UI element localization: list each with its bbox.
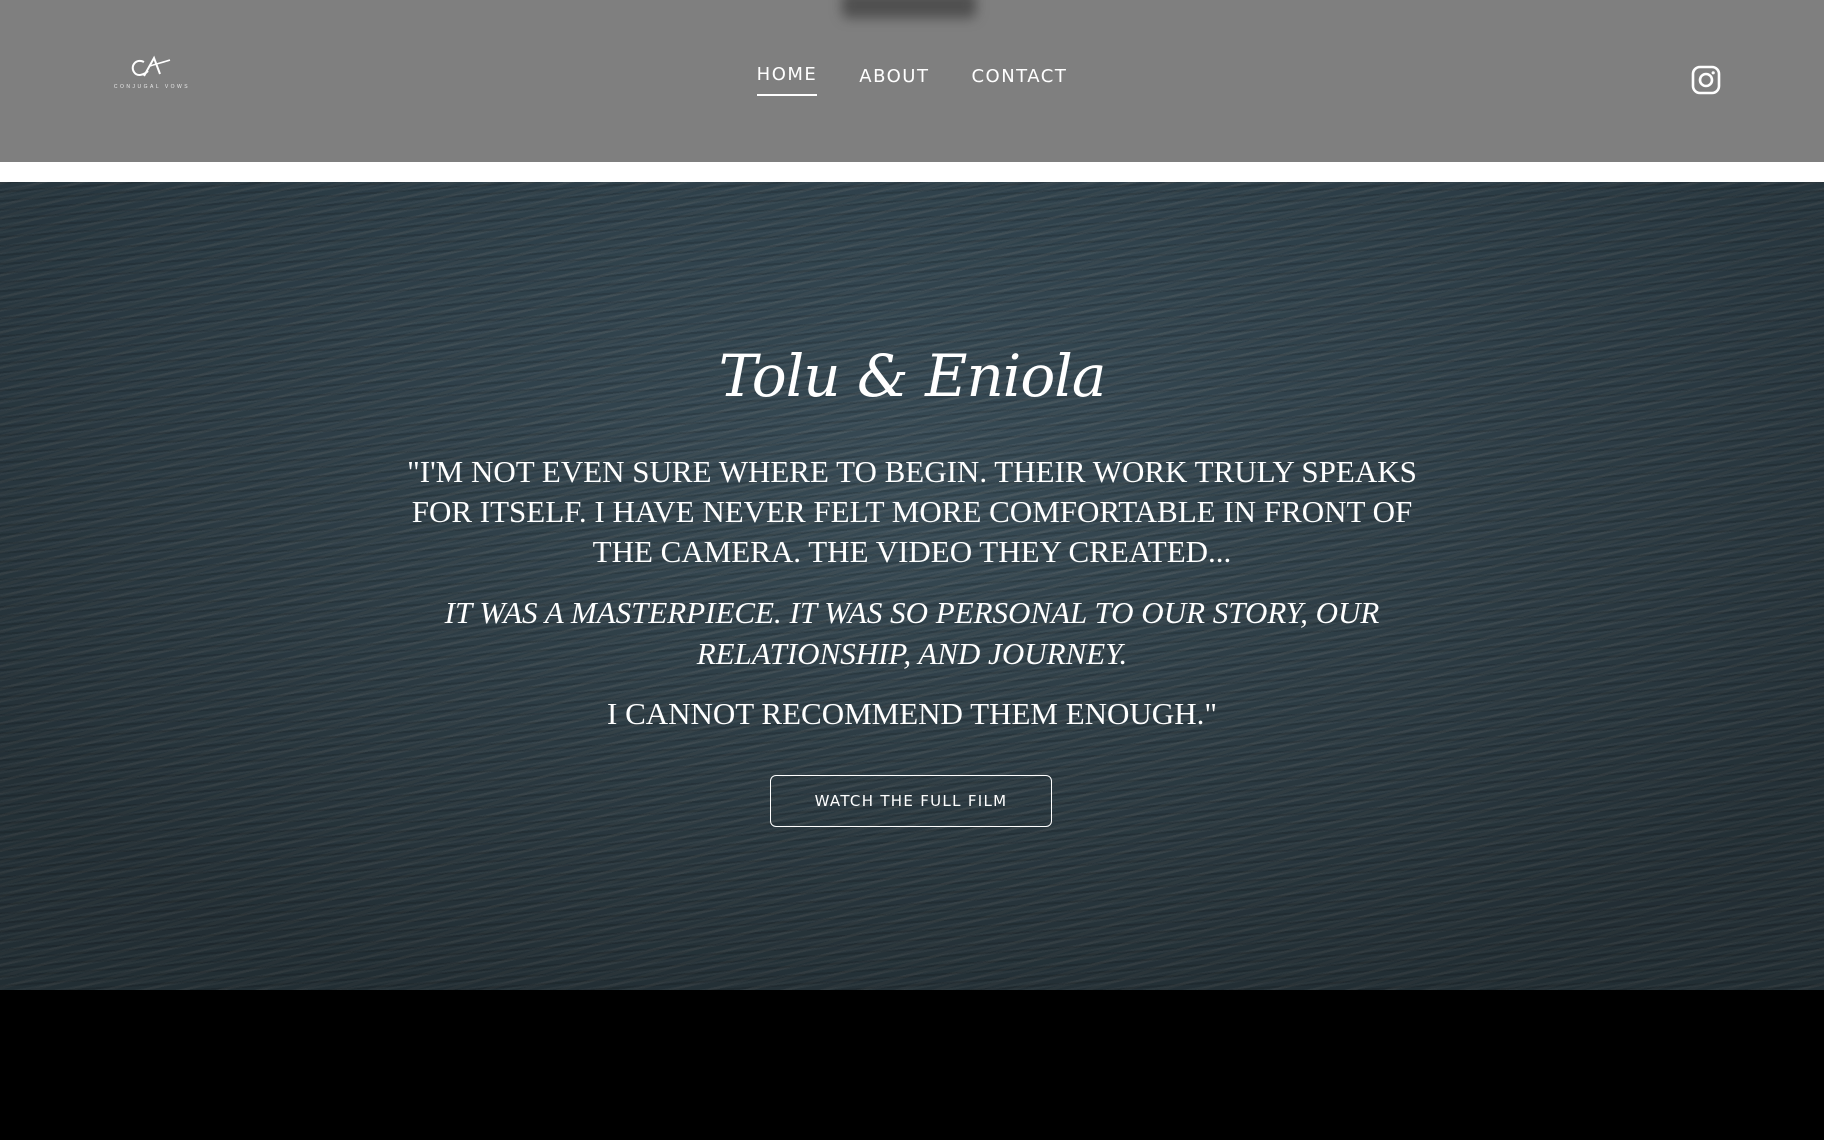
main-nav: HOME ABOUT CONTACT — [0, 64, 1824, 96]
hero-title: Tolu & Eniola — [718, 342, 1107, 410]
nav-item-home[interactable]: HOME — [756, 64, 818, 96]
nav-item-contact[interactable]: CONTACT — [971, 66, 1067, 96]
header-divider — [0, 162, 1824, 182]
watch-full-film-button[interactable]: WATCH THE FULL FILM — [770, 775, 1052, 827]
quote-paragraph-3: I cannot recommend them enough." — [607, 696, 1217, 731]
quote-paragraph-2: It was a masterpiece. It was so personal… — [444, 595, 1380, 671]
nav-item-about[interactable]: ABOUT — [859, 66, 929, 96]
page-footer-area — [0, 990, 1824, 1140]
page: Conjugal Vows HOME ABOUT CONTACT Tolu & … — [0, 0, 1824, 1140]
testimonial-quote: "I'm not even sure where to begin. Their… — [380, 452, 1444, 734]
instagram-icon[interactable] — [1690, 64, 1722, 96]
site-header: Conjugal Vows HOME ABOUT CONTACT — [0, 0, 1824, 162]
hero-section: Tolu & Eniola "I'm not even sure where t… — [0, 182, 1824, 990]
quote-paragraph-1: "I'm not even sure where to begin. Their… — [407, 454, 1417, 569]
blurred-announcement — [842, 0, 976, 18]
